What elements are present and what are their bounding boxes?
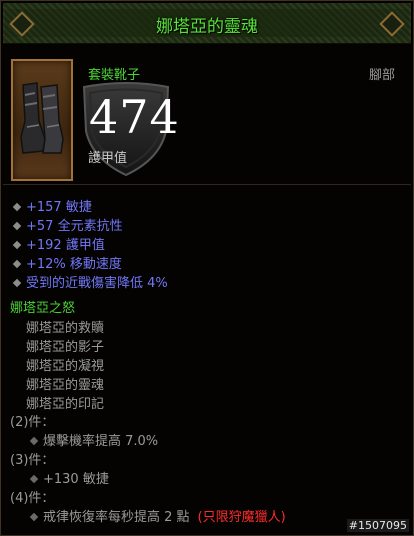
stat-line: 受到的近戰傷害降低 4%	[11, 272, 168, 291]
divider	[3, 184, 411, 185]
item-name: 娜塔亞的靈魂	[156, 17, 258, 37]
set-bonus: 戒律恢復率每秒提高 2 點 (只限狩魔獵人)	[28, 506, 286, 525]
set-bonus: +130 敏捷	[28, 468, 109, 487]
bullet-icon	[29, 474, 39, 484]
bullet-icon	[12, 259, 22, 269]
set-bonus-label: (3)件：	[10, 453, 55, 468]
set-item: 娜塔亞的影子	[26, 340, 105, 355]
stat-line: +157 敏捷	[11, 196, 92, 215]
item-icon-frame	[11, 59, 73, 181]
class-restriction: (只限狩魔獵人)	[197, 510, 286, 525]
bullet-icon	[12, 202, 22, 212]
bullet-icon	[12, 240, 22, 250]
armor-value: 474	[89, 90, 180, 144]
set-item: 娜塔亞的凝視	[26, 359, 105, 374]
set-bonus-label: (2)件：	[10, 415, 55, 430]
bullet-icon	[12, 278, 22, 288]
bullet-icon	[29, 512, 39, 522]
armor-label: 護甲值	[88, 151, 128, 166]
bullet-icon	[29, 436, 39, 446]
set-item: 娜塔亞的靈魂	[26, 378, 105, 393]
tooltip-header: 娜塔亞的靈魂	[3, 3, 411, 44]
stat-line: +12% 移動速度	[11, 253, 122, 272]
set-bonus: 爆擊機率提高 7.0%	[28, 430, 158, 449]
set-item: 娜塔亞的印記	[26, 397, 105, 412]
stat-line: +57 全元素抗性	[11, 215, 123, 234]
item-slot: 腳部	[368, 68, 395, 83]
set-name: 娜塔亞之怒	[10, 301, 76, 316]
stat-line: +192 護甲值	[11, 234, 105, 253]
set-item: 娜塔亞的救贖	[26, 321, 105, 336]
watermark: #1507095	[346, 519, 409, 532]
item-tooltip: 娜塔亞的靈魂 套裝靴子 腳部 474 護甲值 +157 敏捷 +57 全元素抗性…	[0, 0, 414, 536]
boots-icon	[20, 82, 64, 154]
set-bonus-label: (4)件：	[10, 491, 55, 506]
bullet-icon	[12, 221, 22, 231]
